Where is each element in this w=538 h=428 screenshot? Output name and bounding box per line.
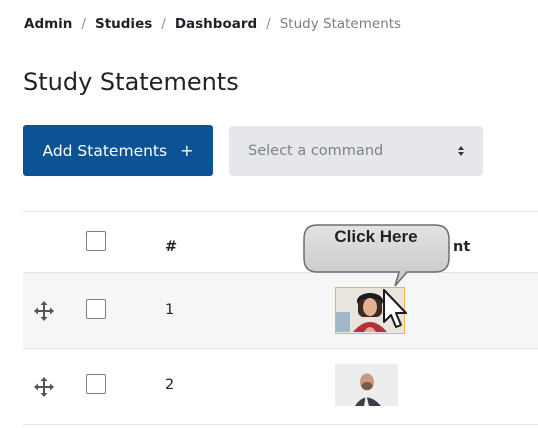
breadcrumb-admin[interactable]: Admin xyxy=(24,16,72,32)
statements-table: # nt 1 2 xyxy=(23,211,538,425)
breadcrumb-separator: / xyxy=(81,16,86,32)
command-select-placeholder: Select a command xyxy=(248,143,384,159)
table-row: 1 xyxy=(23,272,538,348)
breadcrumb-current: Study Statements xyxy=(279,16,402,32)
breadcrumb-separator: / xyxy=(266,16,271,32)
column-header-number: # xyxy=(165,239,178,255)
man-portrait-photo xyxy=(335,364,398,406)
table-header-row: # nt xyxy=(23,211,538,272)
page-title: Study Statements xyxy=(23,68,239,96)
select-all-checkbox[interactable] xyxy=(86,231,106,251)
row-checkbox[interactable] xyxy=(86,299,106,319)
breadcrumb-dashboard[interactable]: Dashboard xyxy=(175,16,257,32)
breadcrumb: Admin / Studies / Dashboard / Study Stat… xyxy=(24,16,401,32)
select-caret-icon xyxy=(458,146,464,156)
breadcrumb-studies[interactable]: Studies xyxy=(95,16,152,32)
mouse-pointer-icon xyxy=(383,289,407,328)
callout-label: Click Here xyxy=(334,227,418,246)
breadcrumb-separator: / xyxy=(161,16,166,32)
row-number: 1 xyxy=(165,302,175,318)
click-here-callout: Click Here xyxy=(303,224,453,294)
table-row: 2 xyxy=(23,348,538,424)
plus-icon: + xyxy=(180,140,194,160)
add-statements-button[interactable]: Add Statements + xyxy=(23,125,213,176)
column-header-statement: nt xyxy=(453,239,471,255)
drag-handle-icon[interactable] xyxy=(34,377,54,397)
command-select[interactable]: Select a command xyxy=(229,126,483,176)
row-checkbox[interactable] xyxy=(86,374,106,394)
statement-thumbnail[interactable] xyxy=(335,364,398,406)
row-number: 2 xyxy=(165,377,175,393)
add-statements-label: Add Statements xyxy=(42,141,168,160)
drag-handle-icon[interactable] xyxy=(34,301,54,321)
